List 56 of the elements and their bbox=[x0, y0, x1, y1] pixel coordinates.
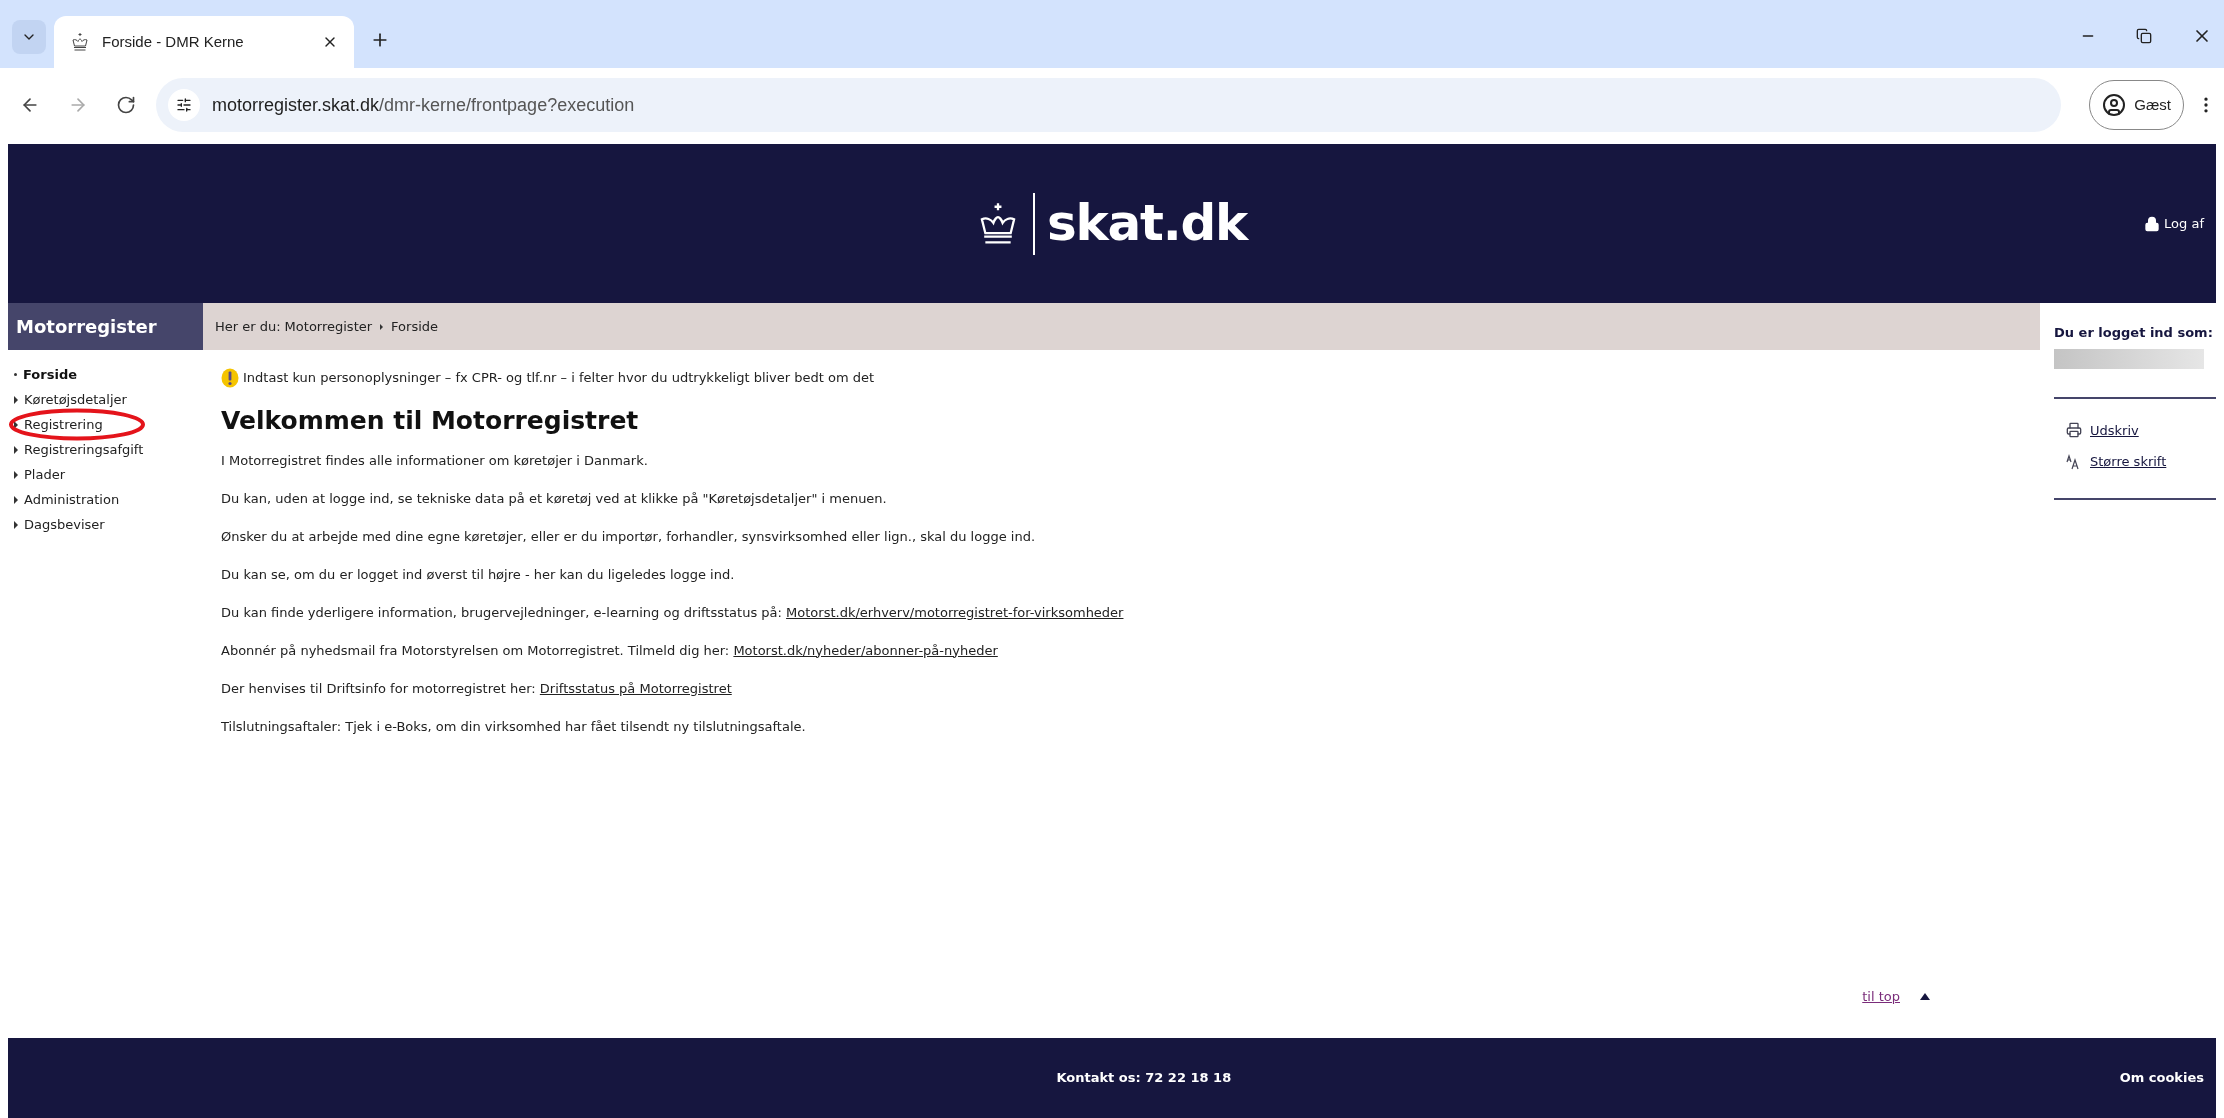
browser-tab[interactable]: Forside - DMR Kerne bbox=[54, 16, 354, 68]
paragraph: I Motorregistret findes alle informationer om køretøjer i Danmark. bbox=[221, 451, 649, 470]
breadcrumb-label: Her er du: bbox=[215, 317, 281, 336]
tab-title: Forside - DMR Kerne bbox=[102, 31, 245, 52]
paragraph: Ønsker du at arbejde med dine egne køretøjer, eller er du importør, forhandler, synsvirksomhed eller lign., skal du logge ind. bbox=[221, 527, 1037, 546]
sidebar-link[interactable]: Udskriv bbox=[2090, 420, 2139, 440]
sidebar-item[interactable]: Plader bbox=[24, 464, 65, 485]
triangle-icon bbox=[14, 470, 18, 479]
sliders-icon bbox=[176, 97, 192, 113]
cookies-link[interactable]: Om cookies bbox=[2119, 1068, 2204, 1088]
triangle-icon bbox=[14, 420, 18, 429]
paragraph: Der henvises til Driftsinfo for motorregistret her: Driftsstatus på Motorregistret bbox=[221, 679, 733, 698]
profile-button[interactable]: Gæst bbox=[2089, 80, 2184, 130]
contact-text: Kontakt os: 72 22 18 18 bbox=[1056, 1069, 1232, 1088]
paragraph: Abonnér på nyhedsmail fra Motorstyrelsen om Motorregistret. Tilmeld dig her: Motorst.dk/nyheder/abonner-på-nyheder bbox=[221, 641, 999, 660]
triangle-icon bbox=[14, 445, 18, 454]
print-icon bbox=[2066, 422, 2082, 439]
notice-text: Indtast kun personoplysninger – fx CPR- og tlf.nr – i felter hvor du udtrykkeligt bliver bedt om det bbox=[243, 369, 875, 388]
page-heading: Velkommen til Motorregistret bbox=[221, 405, 640, 437]
breadcrumb-link[interactable]: Motorregister bbox=[284, 316, 373, 337]
to-top-link[interactable]: til top bbox=[1862, 986, 1900, 1006]
crown-icon bbox=[70, 32, 90, 52]
sidebar-item[interactable]: Administration bbox=[24, 489, 120, 510]
sidebar-item[interactable]: Dagsbeviser bbox=[24, 514, 105, 535]
logout-link[interactable]: Log af bbox=[2144, 213, 2204, 234]
sidebar-title: Motorregister bbox=[16, 315, 157, 339]
tab-search-button[interactable] bbox=[12, 20, 46, 54]
restore-icon[interactable] bbox=[2136, 28, 2152, 44]
profile-icon bbox=[2102, 93, 2127, 117]
breadcrumb-link[interactable]: Forside bbox=[391, 316, 439, 337]
bullet-icon bbox=[14, 373, 17, 376]
warning-icon bbox=[221, 368, 239, 388]
reload-icon[interactable] bbox=[116, 95, 136, 115]
breadcrumb-arrow-icon bbox=[380, 323, 384, 330]
url-text: motorregister.skat.dk/dmr-kerne/frontpage?execution bbox=[212, 93, 635, 117]
up-triangle-icon[interactable] bbox=[1920, 992, 1930, 1000]
text-link[interactable]: Driftsstatus på Motorregistret bbox=[539, 680, 732, 696]
address-bar[interactable]: motorregister.skat.dk/dmr-kerne/frontpage?execution bbox=[156, 78, 2062, 132]
triangle-icon bbox=[14, 495, 18, 504]
triangle-icon bbox=[14, 395, 18, 404]
site-logo-text[interactable]: skat.dk bbox=[1047, 186, 1247, 261]
paragraph: Du kan se, om du er logget ind øverst til højre - her kan du ligeledes logge ind. bbox=[221, 565, 736, 584]
paragraph: Du kan finde yderligere information, brugervejledninger, e-learning og driftsstatus på: Motorst.dk/erhverv/motorregistret-for-virksomheder bbox=[221, 603, 1125, 622]
triangle-icon bbox=[14, 520, 18, 529]
text-link[interactable]: Motorst.dk/erhverv/motorregistret-for-virksomheder bbox=[786, 604, 1124, 620]
text-link[interactable]: Motorst.dk/nyheder/abonner-på-nyheder bbox=[733, 642, 998, 658]
sidebar-item[interactable]: Forside bbox=[23, 364, 77, 385]
sidebar-link[interactable]: Større skrift bbox=[2090, 452, 2167, 472]
paragraph: Tilslutningsaftaler: Tjek i e-Boks, om din virksomhed har fået tilsendt ny tilslutningsaftale. bbox=[221, 717, 807, 736]
sidebar-item[interactable]: Køretøjsdetaljer bbox=[24, 389, 127, 410]
lock-icon bbox=[2144, 215, 2161, 232]
paragraph: Du kan, uden at logge ind, se tekniske data på et køretøj ved at klikke på "Køretøjsdetaljer" i menuen. bbox=[221, 489, 888, 508]
sidebar-item[interactable]: Registreringsafgift bbox=[24, 439, 144, 460]
site-settings-button[interactable] bbox=[168, 89, 200, 121]
login-status-label: Du er logget ind som: bbox=[2054, 324, 2214, 342]
font-size-icon bbox=[2066, 453, 2082, 470]
